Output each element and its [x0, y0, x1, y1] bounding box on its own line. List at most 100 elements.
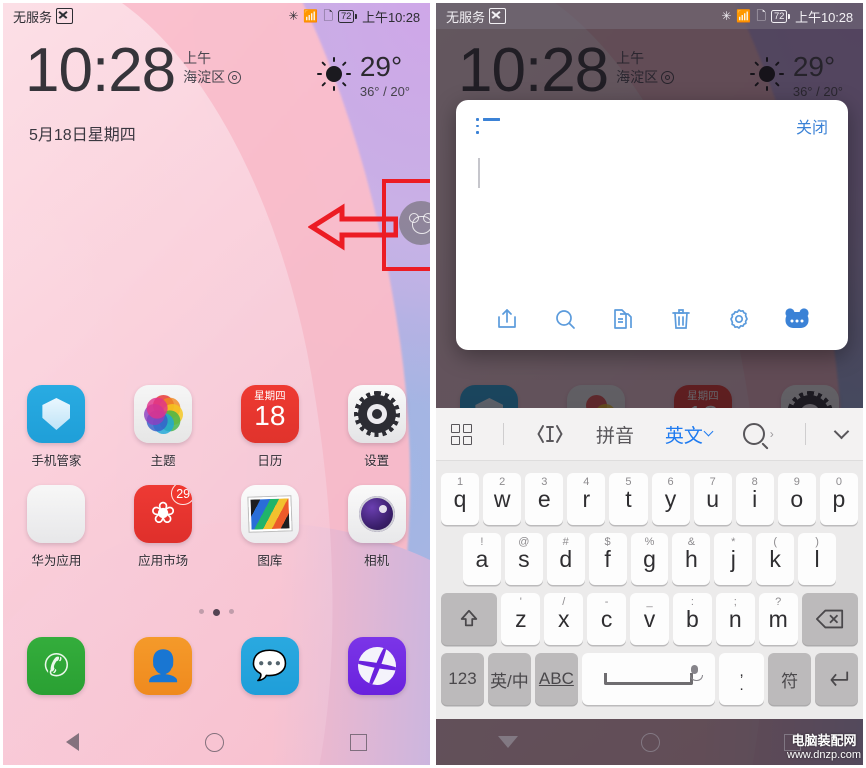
key-z[interactable]: ' z — [501, 593, 541, 645]
keyboard-row-2: ! a @ s # d $ f % g & h * j (k ) l — [439, 533, 860, 585]
backspace-key[interactable] — [801, 593, 859, 645]
themes-icon — [134, 385, 193, 443]
mic-icon[interactable] — [690, 665, 703, 681]
back-triangle-icon[interactable] — [66, 733, 79, 751]
keyboard-search-icon[interactable]: › — [742, 423, 774, 445]
bluetooth-icon: ✳ — [721, 9, 732, 23]
shift-key[interactable] — [441, 593, 498, 645]
language-switch-key[interactable]: 英/中 — [487, 653, 531, 705]
carrier-label: 无服务 — [13, 9, 53, 25]
settings-gear-icon[interactable] — [724, 304, 754, 334]
pinyin-mode-button[interactable]: 拼音 — [596, 421, 634, 448]
clock-date: 5月18日星期四 — [29, 127, 136, 144]
enter-key[interactable] — [815, 653, 858, 705]
key-e[interactable]: 3e — [525, 473, 564, 525]
page-dot[interactable] — [199, 609, 204, 614]
key-f[interactable]: $ f — [588, 533, 627, 585]
close-button[interactable]: 关闭 — [796, 114, 828, 138]
key-g[interactable]: % g — [630, 533, 669, 585]
keyboard-collapse-chevron-icon[interactable] — [834, 423, 850, 440]
app-grid: 手机管家 主题 星期四 18 日历 设置 华为应用 ❀ 29 应用市场 图库 相… — [3, 385, 430, 569]
screenshot-stage: 无服务 ✳ 📶 🗋 72 上午10:28 10:28 上午 海淀区 5月18日星… — [0, 0, 866, 768]
copy-document-icon[interactable] — [608, 304, 638, 334]
dock-phone[interactable]: ✆ — [3, 637, 110, 695]
app-gallery[interactable]: 图库 — [217, 485, 324, 569]
keyboard-row-1: 1q 2w 3e 4r 5t 6y 7u 8i 9o 0p — [439, 473, 860, 525]
app-market[interactable]: ❀ 29 应用市场 — [110, 485, 217, 569]
watermark: 电脑装配网 www.dnzp.com — [787, 733, 861, 763]
shift-icon — [460, 609, 478, 627]
key-d[interactable]: # d — [546, 533, 585, 585]
wifi-icon: 📶 — [736, 9, 752, 23]
abc-key[interactable]: ABC — [534, 653, 578, 705]
list-lines-icon[interactable] — [476, 118, 500, 134]
app-phone-manager[interactable]: 手机管家 — [3, 385, 110, 469]
home-circle-icon[interactable] — [641, 732, 661, 752]
key-p[interactable]: 0p — [819, 473, 858, 525]
app-huawei-folder[interactable]: 华为应用 — [3, 485, 110, 569]
trash-icon[interactable] — [666, 304, 696, 334]
key-t[interactable]: 5t — [609, 473, 648, 525]
key-k[interactable]: (k — [756, 533, 795, 585]
key-i[interactable]: 8i — [735, 473, 774, 525]
key-r[interactable]: 4r — [567, 473, 606, 525]
numbers-key[interactable]: 123 — [441, 653, 484, 705]
app-settings[interactable]: 设置 — [323, 385, 430, 469]
key-m[interactable]: ? m — [758, 593, 798, 645]
punctuation-key[interactable]: , . — [719, 653, 765, 705]
note-text-area[interactable] — [456, 152, 848, 294]
dock-messages[interactable]: 💬 — [217, 637, 324, 695]
key-c[interactable]: -c — [587, 593, 627, 645]
cursor-move-icon[interactable] — [535, 423, 565, 445]
key-s[interactable]: @ s — [504, 533, 543, 585]
key-o[interactable]: 9o — [777, 473, 816, 525]
phone-manager-icon — [27, 385, 86, 443]
key-u[interactable]: 7u — [693, 473, 732, 525]
page-dot[interactable] — [229, 609, 234, 614]
keyboard-row-3: ' z / x -c _ v :b ; n ? m — [439, 593, 860, 645]
space-key[interactable] — [581, 653, 715, 705]
key-l[interactable]: ) l — [798, 533, 837, 585]
dock-contacts[interactable]: 👤 — [110, 637, 217, 695]
key-h[interactable]: & h — [672, 533, 711, 585]
share-icon[interactable] — [492, 304, 522, 334]
page-dot-active[interactable] — [213, 609, 220, 616]
battery-indicator: 72 — [770, 9, 791, 23]
note-toolbar — [456, 294, 848, 350]
battery-level: 72 — [337, 9, 355, 23]
weather-widget[interactable]: 29° 36° / 20° — [316, 53, 410, 99]
hide-keyboard-triangle-icon[interactable] — [497, 736, 518, 748]
battery-level: 72 — [770, 9, 788, 23]
key-v[interactable]: _ v — [630, 593, 669, 645]
bear-more-icon[interactable] — [782, 304, 812, 334]
search-icon[interactable] — [550, 304, 580, 334]
app-label: 应用市场 — [138, 554, 189, 568]
app-camera[interactable]: 相机 — [323, 485, 430, 569]
sim-no-service-icon — [489, 8, 507, 24]
phone-screen-left: 无服务 ✳ 📶 🗋 72 上午10:28 10:28 上午 海淀区 5月18日星… — [0, 0, 433, 768]
badge-count: 29 — [171, 485, 193, 505]
recents-square-icon[interactable] — [350, 733, 367, 751]
lock-clock-widget[interactable]: 10:28 上午 海淀区 — [25, 40, 242, 102]
home-circle-icon[interactable] — [205, 732, 224, 752]
app-calendar[interactable]: 星期四 18 日历 — [217, 385, 324, 469]
navigation-bar — [3, 719, 430, 765]
gallery-icon — [240, 485, 299, 543]
wifi-icon: 📶 — [303, 9, 319, 23]
key-a[interactable]: ! a — [463, 533, 501, 585]
browser-icon — [347, 637, 406, 695]
key-y[interactable]: 6y — [651, 473, 690, 525]
key-j[interactable]: * j — [714, 533, 753, 585]
english-mode-button[interactable]: 英文 — [665, 421, 714, 448]
dock-browser[interactable] — [323, 637, 430, 695]
key-b[interactable]: :b — [672, 593, 712, 645]
symbols-key[interactable]: 符 — [768, 653, 812, 705]
app-themes[interactable]: 主题 — [110, 385, 217, 469]
key-q[interactable]: 1q — [441, 473, 480, 525]
keyboard: 拼音 英文 › 1q 2w 3e 4r 5t 6y 7 u 8 i 9 o 0 … — [436, 408, 863, 719]
key-w[interactable]: 2w — [483, 473, 522, 525]
watermark-line2: www.dnzp.com — [787, 749, 861, 761]
key-n[interactable]: ; n — [715, 593, 755, 645]
keyboard-panel-grid-icon[interactable] — [451, 423, 473, 445]
key-x[interactable]: / x — [544, 593, 584, 645]
